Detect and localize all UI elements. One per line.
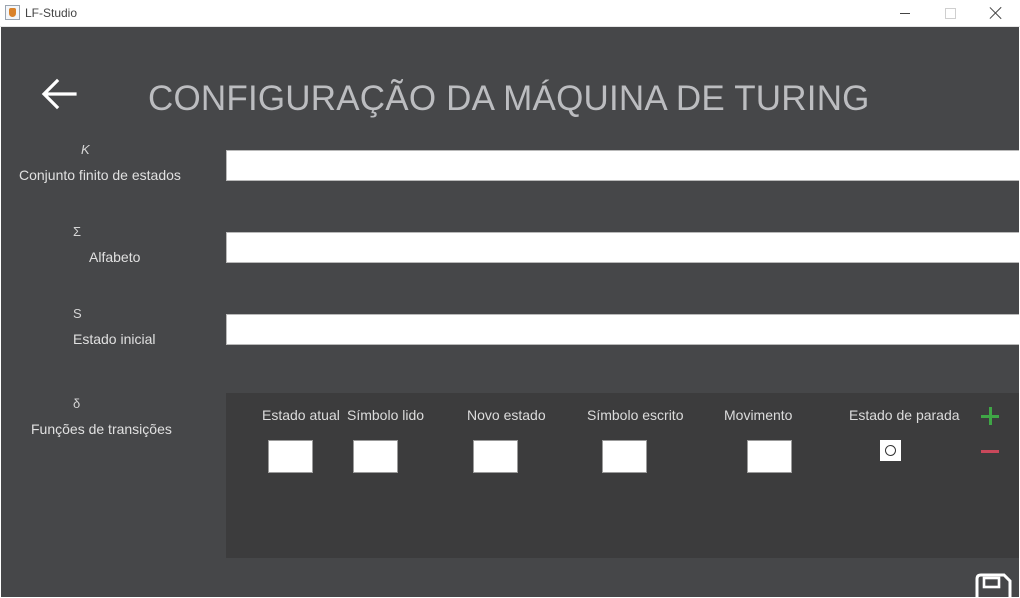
maximize-icon xyxy=(944,7,956,19)
field-delta-label: Funções de transições xyxy=(31,421,172,437)
radio-circle-icon xyxy=(885,445,896,456)
maximize-button[interactable] xyxy=(927,0,973,26)
field-sigma-label: Alfabeto xyxy=(89,249,141,265)
page-title: CONFIGURAÇÃO DA MÁQUINA DE TURING xyxy=(148,79,870,118)
title-bar: LF-Studio xyxy=(0,0,1020,27)
main-content: CONFIGURAÇÃO DA MÁQUINA DE TURING K Conj… xyxy=(1,27,1019,597)
minimize-icon xyxy=(900,12,910,14)
field-k-label: Conjunto finito de estados xyxy=(19,167,181,183)
close-icon xyxy=(990,7,1002,19)
minimize-button[interactable] xyxy=(882,0,928,26)
column-header-written-symbol: Símbolo escrito xyxy=(587,407,684,423)
column-header-current-state: Estado atual xyxy=(262,407,340,423)
window-title: LF-Studio xyxy=(25,6,78,20)
transitions-panel: Estado atual Símbolo lido Novo estado Sí… xyxy=(226,393,1019,558)
field-s-label: Estado inicial xyxy=(73,331,156,347)
field-delta-symbol: δ xyxy=(73,396,81,411)
new-state-cell[interactable] xyxy=(473,440,518,473)
current-state-cell[interactable] xyxy=(268,440,313,473)
field-sigma-symbol: Σ xyxy=(73,224,82,239)
arrow-left-icon[interactable] xyxy=(39,77,79,111)
app-window: LF-Studio CONFIGURAÇÃO DA MÁQUINA DE TUR… xyxy=(0,0,1020,598)
close-button[interactable] xyxy=(973,0,1019,26)
field-k-symbol: K xyxy=(81,142,90,157)
column-header-movement: Movimento xyxy=(724,407,793,423)
plus-icon[interactable] xyxy=(981,407,999,425)
alphabet-input[interactable] xyxy=(226,232,1019,263)
initial-state-input[interactable] xyxy=(226,314,1019,345)
read-symbol-cell[interactable] xyxy=(353,440,398,473)
states-input[interactable] xyxy=(226,150,1019,181)
written-symbol-cell[interactable] xyxy=(602,440,647,473)
column-header-read-symbol: Símbolo lido xyxy=(347,407,425,423)
movement-cell[interactable] xyxy=(747,440,792,473)
column-header-new-state: Novo estado xyxy=(467,407,546,423)
floppy-disk-icon[interactable] xyxy=(974,573,1012,597)
java-app-icon xyxy=(5,5,20,20)
minus-icon[interactable] xyxy=(981,450,999,453)
field-s-symbol: S xyxy=(73,306,82,321)
column-header-halt-state: Estado de parada xyxy=(849,407,960,423)
halt-state-radio[interactable] xyxy=(880,440,901,461)
